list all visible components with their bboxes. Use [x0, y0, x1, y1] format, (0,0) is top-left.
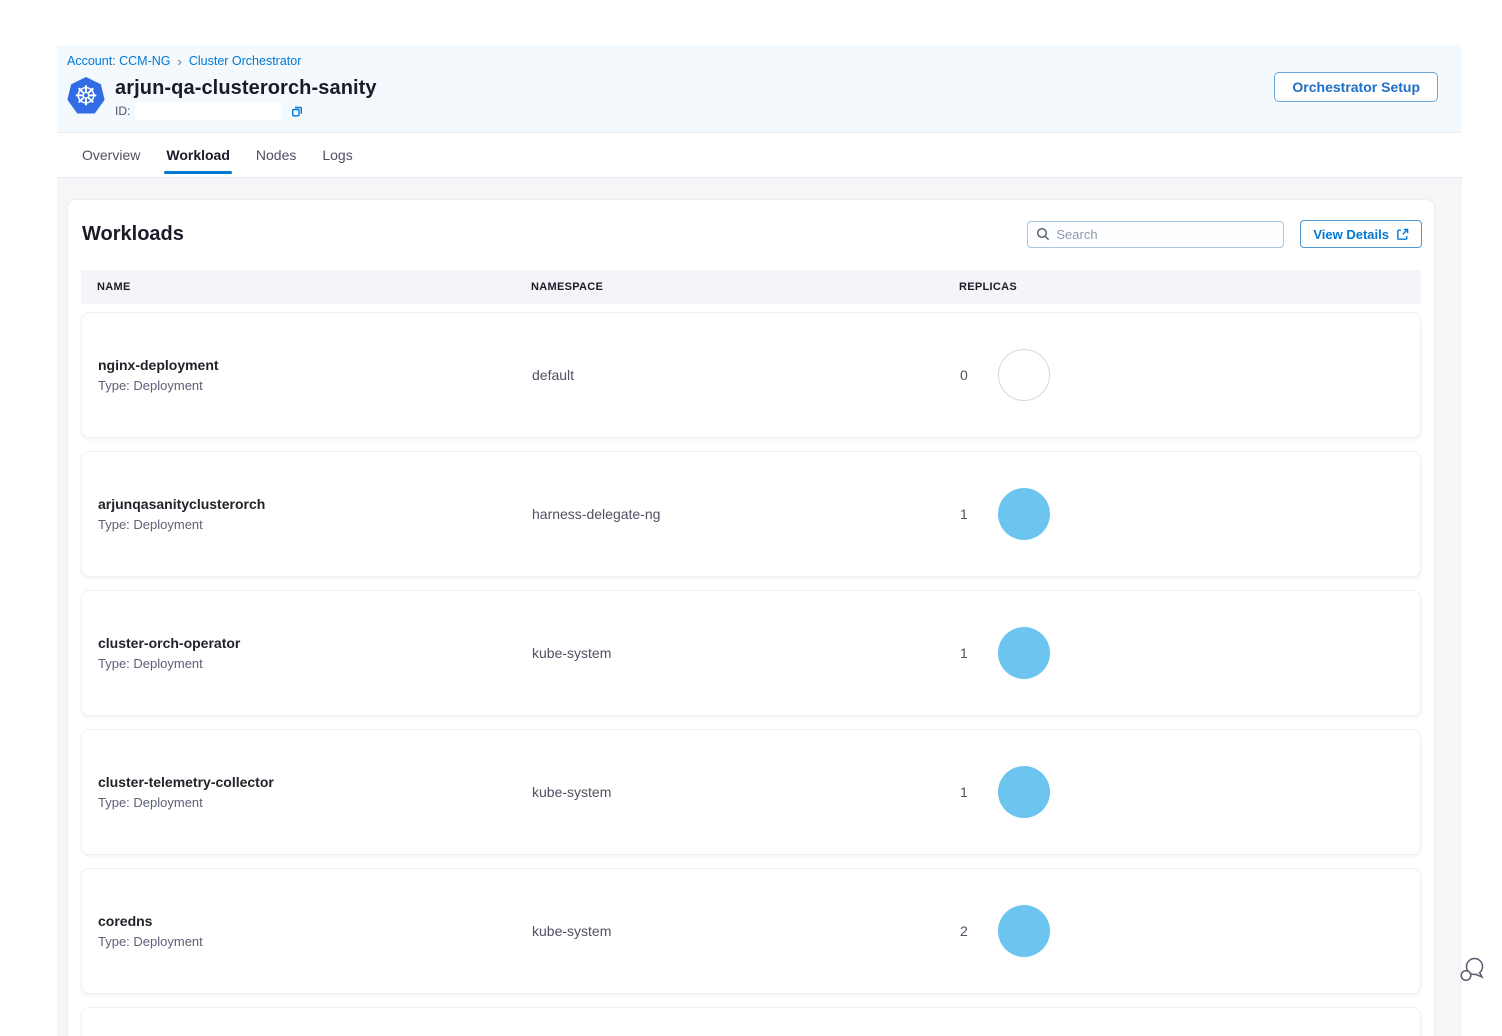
- header-actions: View Details: [1027, 220, 1422, 248]
- workloads-table-body: nginx-deploymentType: Deploymentdefault0…: [68, 312, 1434, 994]
- tab-workload[interactable]: Workload: [166, 133, 230, 177]
- breadcrumb-chevron-icon: ›: [178, 55, 182, 68]
- column-header-namespace: NAMESPACE: [531, 281, 959, 293]
- replica-count: 1: [960, 506, 968, 522]
- breadcrumb-cluster-orchestrator-link[interactable]: Cluster Orchestrator: [189, 54, 302, 68]
- tab-label: Overview: [82, 147, 140, 163]
- replica-status-circle: [998, 766, 1050, 818]
- search-box: [1027, 221, 1284, 248]
- orchestrator-setup-button[interactable]: Orchestrator Setup: [1274, 72, 1438, 102]
- tab-label: Workload: [166, 147, 230, 163]
- content-area: Workloads View Details: [57, 178, 1462, 1036]
- workload-namespace: kube-system: [532, 923, 960, 939]
- workload-type: Type: Deployment: [98, 656, 532, 671]
- workload-replicas-cell: 1: [960, 627, 1420, 679]
- search-icon: [1036, 227, 1050, 241]
- table-header: NAME NAMESPACE REPLICAS: [81, 270, 1421, 304]
- workload-namespace: harness-delegate-ng: [532, 506, 960, 522]
- workload-name: cluster-orch-operator: [98, 635, 532, 651]
- external-link-icon: [1396, 228, 1409, 241]
- tab-logs[interactable]: Logs: [322, 133, 352, 177]
- workload-type: Type: Deployment: [98, 795, 532, 810]
- replica-count: 1: [960, 784, 968, 800]
- table-row-partial[interactable]: [81, 1007, 1421, 1036]
- replica-status-circle: [998, 905, 1050, 957]
- workload-type: Type: Deployment: [98, 934, 532, 949]
- tab-label: Logs: [322, 147, 352, 163]
- cluster-id-redacted-value: [135, 102, 281, 120]
- workload-replicas-cell: 1: [960, 766, 1420, 818]
- kubernetes-glyph: ☸: [74, 83, 98, 110]
- tab-overview[interactable]: Overview: [82, 133, 140, 177]
- workload-name: cluster-telemetry-collector: [98, 774, 532, 790]
- tab-nodes[interactable]: Nodes: [256, 133, 296, 177]
- active-tab-underline: [164, 171, 232, 174]
- workload-name-cell: cluster-telemetry-collector Type: Deploym…: [98, 774, 532, 810]
- column-header-replicas: REPLICAS: [959, 281, 1421, 293]
- workload-name-cell: cluster-orch-operator Type: Deployment: [98, 635, 532, 671]
- workload-name-cell: arjunqasanityclusterorch Type: Deployment: [98, 496, 532, 532]
- workload-namespace: default: [532, 367, 960, 383]
- page-title: arjun-qa-clusterorch-sanity: [115, 77, 377, 100]
- workload-name: nginx-deployment: [98, 357, 532, 373]
- page-header: Account: CCM-NG › Cluster Orchestrator ☸…: [57, 45, 1462, 133]
- table-row[interactable]: nginx-deployment Type: Deploymentdefault0: [81, 312, 1421, 438]
- workload-type: Type: Deployment: [98, 517, 532, 532]
- workload-name-cell: nginx-deployment Type: Deployment: [98, 357, 532, 393]
- replica-count: 0: [960, 367, 968, 383]
- workload-name-cell: coredns Type: Deployment: [98, 913, 532, 949]
- table-row[interactable]: coredns Type: Deploymentkube-system2: [81, 868, 1421, 994]
- replica-count: 1: [960, 645, 968, 661]
- tab-label: Nodes: [256, 147, 296, 163]
- workload-replicas-cell: 0: [960, 349, 1420, 401]
- workload-type: Type: Deployment: [98, 378, 532, 393]
- title-block: arjun-qa-clusterorch-sanity ID:: [115, 77, 377, 120]
- workload-name: coredns: [98, 913, 532, 929]
- workloads-card: Workloads View Details: [68, 200, 1434, 1036]
- breadcrumb-account-link[interactable]: Account: CCM-NG: [67, 54, 171, 68]
- app-viewport: Account: CCM-NG › Cluster Orchestrator ☸…: [57, 45, 1462, 1036]
- breadcrumb: Account: CCM-NG › Cluster Orchestrator: [67, 54, 1462, 68]
- chat-icon[interactable]: [1458, 955, 1488, 987]
- search-input[interactable]: [1056, 227, 1275, 242]
- column-header-name: NAME: [97, 281, 531, 293]
- replica-count: 2: [960, 923, 968, 939]
- kubernetes-icon: ☸: [67, 77, 105, 115]
- view-details-label: View Details: [1313, 227, 1389, 242]
- title-row: ☸ arjun-qa-clusterorch-sanity ID:: [67, 77, 1462, 120]
- table-row[interactable]: arjunqasanityclusterorch Type: Deployment…: [81, 451, 1421, 577]
- copy-icon[interactable]: [290, 104, 304, 118]
- workloads-title: Workloads: [82, 223, 184, 246]
- workload-name: arjunqasanityclusterorch: [98, 496, 532, 512]
- cluster-id-row: ID:: [115, 102, 377, 120]
- workloads-card-header: Workloads View Details: [68, 200, 1434, 270]
- view-details-button[interactable]: View Details: [1300, 220, 1422, 248]
- table-row[interactable]: cluster-orch-operator Type: Deploymentkub…: [81, 590, 1421, 716]
- table-row[interactable]: cluster-telemetry-collector Type: Deploym…: [81, 729, 1421, 855]
- workload-namespace: kube-system: [532, 784, 960, 800]
- workload-replicas-cell: 2: [960, 905, 1420, 957]
- workload-namespace: kube-system: [532, 645, 960, 661]
- replica-status-circle: [998, 488, 1050, 540]
- cluster-id-label: ID:: [115, 104, 130, 118]
- workload-replicas-cell: 1: [960, 488, 1420, 540]
- replica-status-circle: [998, 349, 1050, 401]
- replica-status-circle: [998, 627, 1050, 679]
- tab-bar: Overview Workload Nodes Logs: [57, 133, 1462, 178]
